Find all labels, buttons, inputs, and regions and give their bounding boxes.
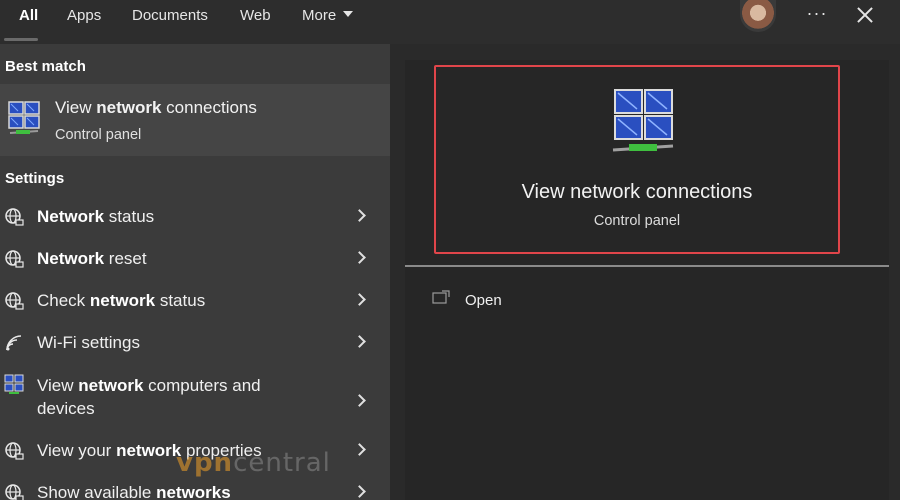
tab-documents[interactable]: Documents xyxy=(132,6,208,26)
network-connections-icon xyxy=(8,101,40,134)
chevron-right-icon xyxy=(353,394,366,407)
active-tab-indicator xyxy=(4,38,38,41)
list-item-label: Network reset xyxy=(37,249,147,268)
tab-apps[interactable]: Apps xyxy=(67,6,101,26)
globe-icon xyxy=(5,484,24,500)
chevron-right-icon xyxy=(353,293,366,306)
preview-subtitle: Control panel xyxy=(593,213,681,229)
wifi-icon xyxy=(6,335,22,351)
close-icon[interactable] xyxy=(854,4,876,26)
open-window-icon[interactable] xyxy=(432,290,450,304)
best-match-subtitle: Control panel xyxy=(55,127,142,143)
results-list: Best match View network connections Cont… xyxy=(0,44,390,500)
list-item[interactable]: Network status xyxy=(0,196,390,238)
best-match-title: View network connections xyxy=(55,98,257,117)
tab-more-label: More xyxy=(302,7,337,24)
list-item[interactable]: View your network properties xyxy=(0,430,390,472)
best-match-heading: Best match xyxy=(5,58,86,75)
chevron-right-icon xyxy=(353,335,366,348)
tab-more[interactable]: More xyxy=(302,6,354,26)
list-item[interactable]: Wi-Fi settings xyxy=(0,322,390,364)
ellipsis-icon[interactable]: ··· xyxy=(806,2,828,24)
user-avatar[interactable] xyxy=(740,0,776,32)
best-match-item[interactable]: View network connections Control panel xyxy=(0,84,390,156)
list-item-label: Wi-Fi settings xyxy=(37,333,140,352)
list-item[interactable]: Network reset xyxy=(0,238,390,280)
list-item-label: View your network properties xyxy=(37,441,262,460)
globe-icon xyxy=(5,442,24,460)
chevron-right-icon xyxy=(353,251,366,264)
globe-icon xyxy=(5,292,24,310)
tab-web[interactable]: Web xyxy=(240,6,271,26)
list-item-label: View network computers and devices xyxy=(37,376,261,418)
list-item-label: Show available networks xyxy=(37,483,231,500)
network-connections-icon xyxy=(612,89,674,152)
list-item[interactable]: Check network status xyxy=(0,280,390,322)
list-item[interactable]: View network computers and devices xyxy=(0,366,390,428)
preview-title: View network connections xyxy=(521,181,753,203)
globe-icon xyxy=(5,250,24,268)
list-item-label: Check network status xyxy=(37,291,206,310)
chevron-right-icon xyxy=(353,443,366,456)
chevron-right-icon xyxy=(353,485,366,498)
network-computers-icon xyxy=(4,374,24,394)
globe-icon xyxy=(5,208,24,226)
search-filter-bar: All Apps Documents Web More ··· xyxy=(0,0,900,44)
list-item[interactable]: Show available networks xyxy=(0,472,390,500)
settings-heading: Settings xyxy=(5,170,65,187)
open-action[interactable]: Open xyxy=(465,292,502,309)
chevron-right-icon xyxy=(353,209,366,222)
tab-all[interactable]: All xyxy=(19,6,38,26)
list-item-label: Network status xyxy=(37,207,155,226)
chevron-down-icon xyxy=(343,11,354,17)
